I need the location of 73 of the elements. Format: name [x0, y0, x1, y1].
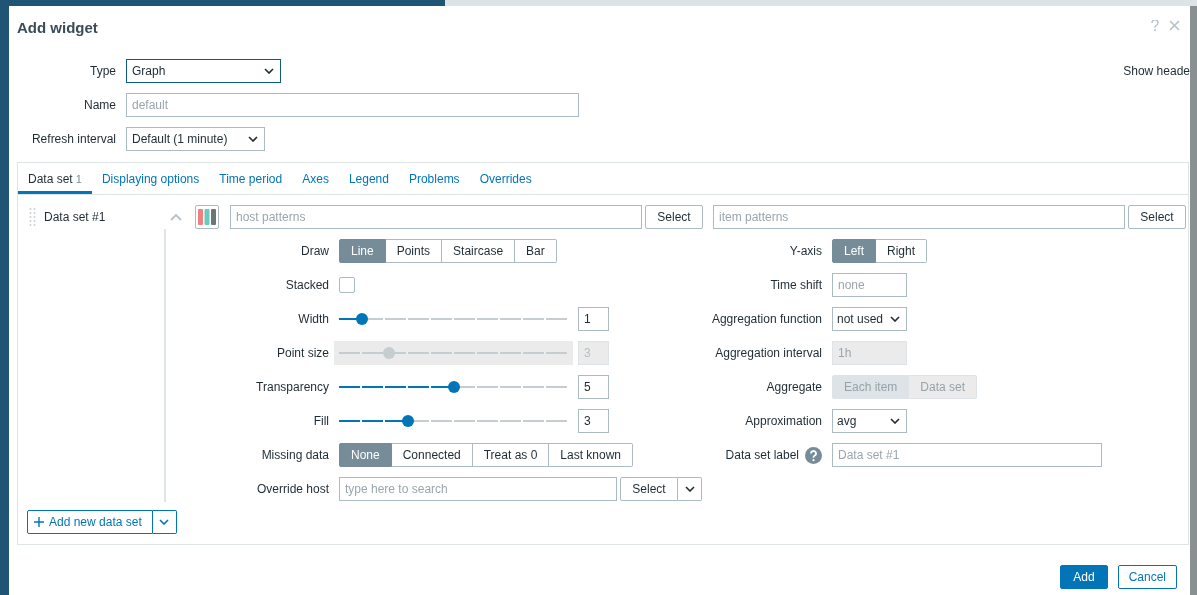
close-icon[interactable]	[1169, 20, 1180, 31]
toggle-option[interactable]: Treat as 0	[472, 443, 550, 467]
tab[interactable]: Problems	[398, 163, 470, 194]
number-field[interactable]: 5	[578, 375, 609, 399]
drag-handle-icon[interactable]	[29, 208, 36, 226]
field-label: Refresh interval	[30, 132, 116, 146]
cancel-button[interactable]: Cancel	[1117, 565, 1177, 589]
dropdown-button[interactable]	[152, 510, 177, 534]
field-label: Type	[89, 64, 116, 78]
color-picker-icon[interactable]	[195, 205, 219, 229]
chevron-down-icon	[248, 136, 258, 142]
toggle-option[interactable]: Staircase	[442, 239, 516, 263]
tab[interactable]: Axes	[292, 163, 339, 194]
dropdown[interactable]: Graph	[126, 59, 281, 83]
checkbox[interactable]	[339, 277, 355, 293]
chevron-down-icon	[264, 68, 274, 74]
text-field[interactable]: Data set #1	[832, 443, 1102, 467]
tab[interactable]: Time period	[209, 163, 293, 194]
field-label: Time shift	[770, 278, 822, 292]
field-label: Draw	[301, 244, 329, 258]
tab[interactable]: Displaying options	[91, 163, 210, 194]
help-icon[interactable]	[805, 446, 822, 464]
field-label: Width	[298, 312, 329, 326]
item-patterns-field[interactable]: item patterns	[713, 205, 1125, 229]
slider-handle[interactable]	[401, 415, 414, 427]
field-label: Override host	[256, 482, 329, 496]
field-label: Y-axis	[789, 244, 822, 258]
select-button[interactable]: Select	[620, 477, 678, 501]
toggle-option[interactable]: Right	[876, 239, 928, 263]
dialog-title: Add widget	[17, 18, 98, 36]
select-button[interactable]: Select	[1128, 205, 1186, 229]
field-label: Stacked	[285, 278, 329, 292]
field-label: Point size	[276, 346, 329, 360]
field-label: Aggregate	[766, 380, 822, 394]
add-data-set-button[interactable]: Add new data set	[27, 510, 153, 534]
chevron-down-icon	[159, 519, 170, 525]
toggle-option[interactable]: Bar	[515, 239, 557, 263]
search-field[interactable]: type here to search	[339, 477, 617, 501]
dropdown-button[interactable]	[678, 477, 702, 501]
field-label: Aggregation interval	[715, 346, 822, 360]
select-button[interactable]: Select	[645, 205, 703, 229]
field-label: Approximation	[745, 414, 822, 428]
number-field[interactable]: 3	[578, 409, 609, 433]
text-field[interactable]: default	[126, 93, 579, 117]
toggle-option[interactable]: Last known	[549, 443, 633, 467]
dropdown[interactable]: not used	[832, 307, 907, 331]
dropdown[interactable]: avg	[832, 409, 907, 433]
slider-handle[interactable]	[355, 313, 368, 325]
help-icon[interactable]	[1151, 20, 1159, 31]
host-patterns-field[interactable]: host patterns	[230, 205, 642, 229]
number-field[interactable]: 1	[578, 307, 609, 331]
collapse-icon[interactable]	[170, 213, 182, 221]
field-label: Aggregation function	[711, 312, 822, 326]
field-label: Data set label	[725, 448, 799, 462]
chevron-down-icon	[890, 316, 900, 322]
dropdown[interactable]: Default (1 minute)	[126, 127, 265, 151]
plus-icon	[34, 517, 44, 527]
chevron-down-icon	[684, 486, 695, 492]
field-label: Show heade	[1123, 64, 1190, 78]
add-button[interactable]: Add	[1060, 565, 1108, 589]
tab[interactable]: Legend	[338, 163, 399, 194]
tab[interactable]: Data set 1	[18, 163, 92, 194]
chevron-down-icon	[890, 418, 900, 424]
slider-handle[interactable]	[447, 381, 460, 393]
field-label: Fill	[313, 414, 329, 428]
field-label: Name	[83, 98, 116, 112]
text-field[interactable]: none	[832, 273, 907, 297]
field-label: Missing data	[261, 448, 329, 462]
toggle-option[interactable]: Connected	[391, 443, 473, 467]
data-set-label: Data set #1	[44, 210, 107, 224]
tab[interactable]: Overrides	[469, 163, 542, 194]
toggle-option[interactable]: Points	[385, 239, 443, 263]
field-label: Transparency	[256, 380, 329, 394]
